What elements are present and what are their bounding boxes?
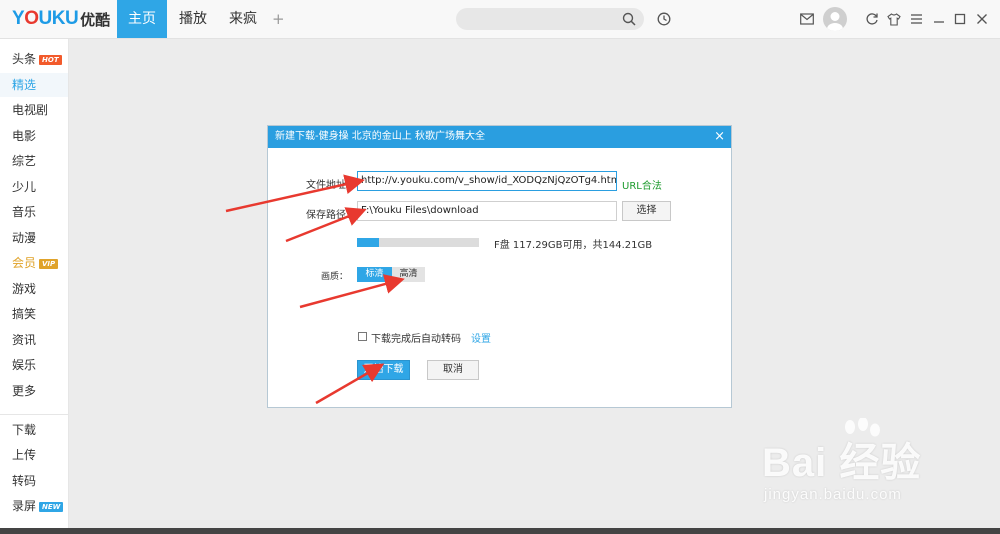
baidu-jingyan-watermark: Bai 经验 jingyan.baidu.com: [762, 418, 992, 513]
annotation-arrow: [315, 363, 385, 405]
watermark-sub: jingyan.baidu.com: [764, 486, 902, 503]
watermark-main: Bai 经验: [762, 441, 922, 485]
annotation-arrow: [225, 174, 365, 213]
taskbar-strip: [0, 528, 1000, 534]
annotation-arrow: [285, 207, 367, 243]
annotation-arrow: [299, 274, 405, 309]
